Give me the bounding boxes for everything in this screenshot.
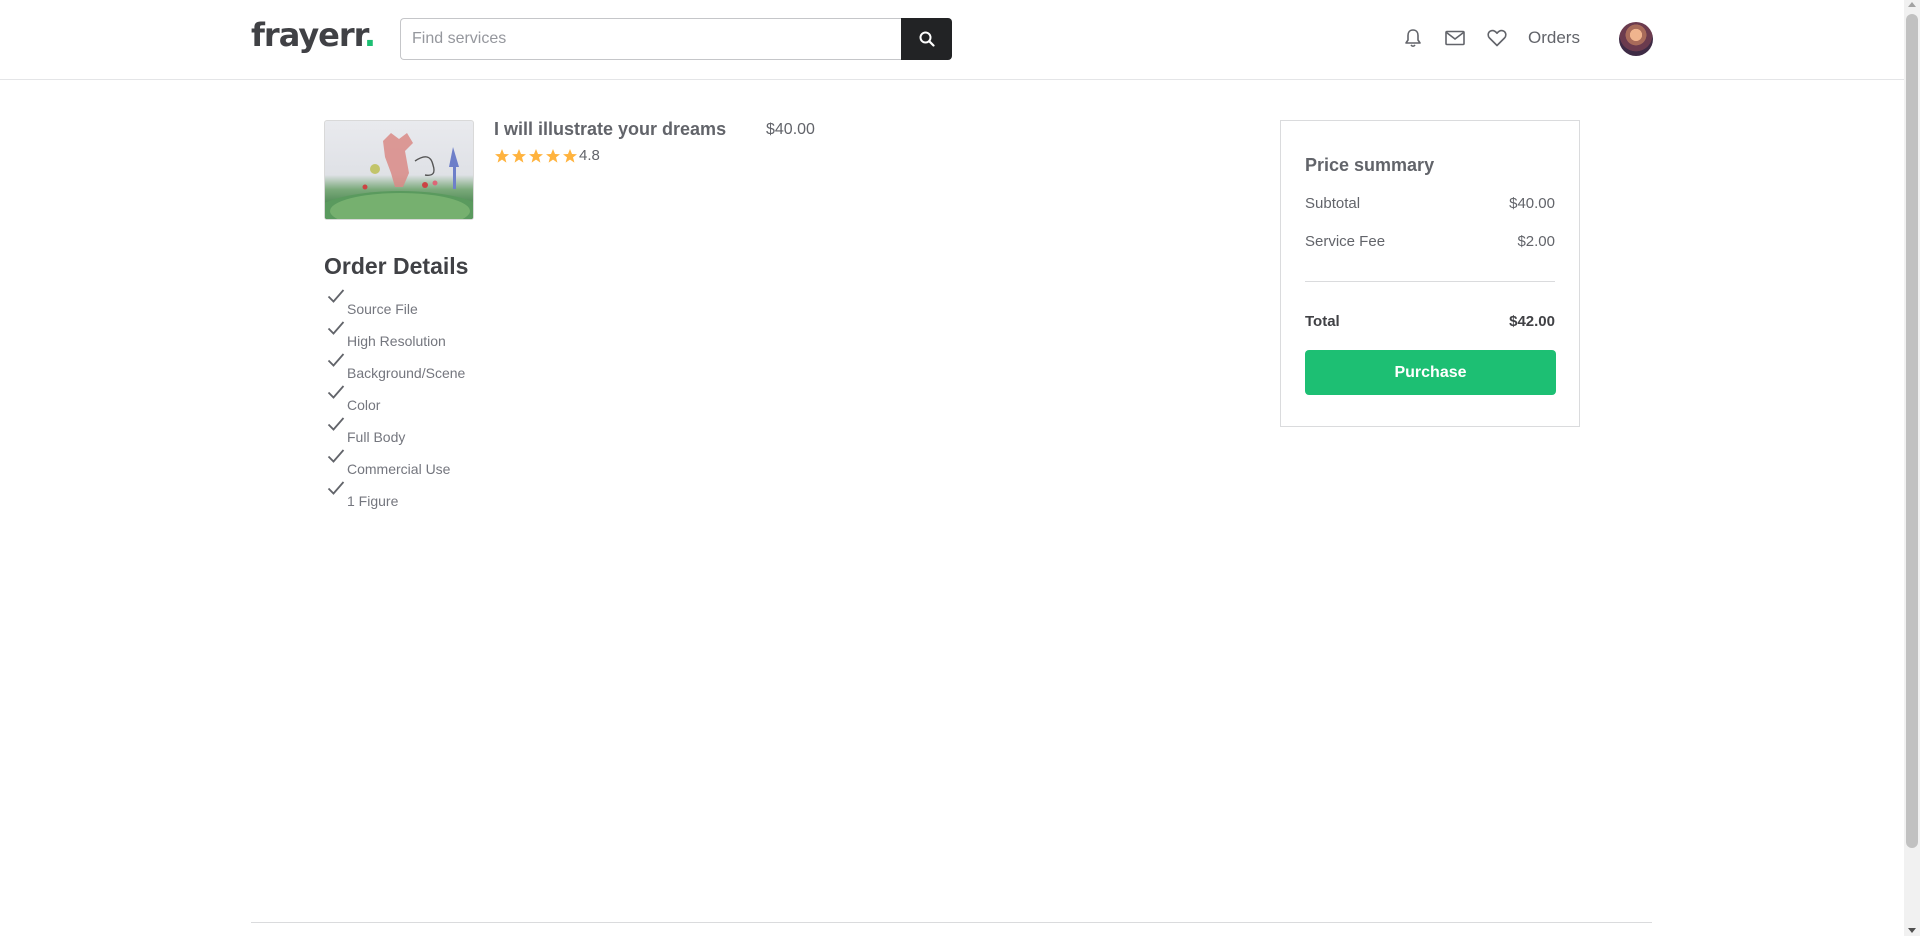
star-icon [546, 148, 560, 163]
vertical-scrollbar[interactable] [1904, 0, 1920, 936]
search-icon [919, 31, 935, 47]
search-input[interactable] [400, 18, 902, 60]
check-icon [327, 481, 345, 495]
logo[interactable]: frayerr. [251, 16, 376, 54]
logo-dot: . [363, 16, 376, 54]
gig-title[interactable]: I will illustrate your dreams [494, 119, 726, 140]
orders-link[interactable]: Orders [1528, 28, 1580, 48]
star-icon [512, 148, 526, 163]
order-details-title: Order Details [324, 253, 469, 279]
footer-divider [251, 922, 1652, 923]
check-icon [327, 449, 345, 463]
feature-item: 1 Figure [324, 480, 465, 512]
top-header: frayerr. Orders [0, 0, 1904, 80]
feature-label: Commercial Use [347, 461, 451, 477]
total-row: Total $42.00 [1305, 313, 1555, 330]
gig-rating: 4.8 [494, 147, 600, 164]
service-fee-label: Service Fee [1305, 233, 1386, 250]
scroll-down-arrow[interactable] [1908, 928, 1916, 933]
check-icon [327, 385, 345, 399]
subtotal-label: Subtotal [1305, 195, 1361, 212]
rating-value: 4.8 [579, 147, 600, 164]
search-bar [400, 18, 952, 60]
service-fee-value: $2.00 [1517, 233, 1555, 250]
check-icon [327, 417, 345, 431]
price-summary-card: Price summary Subtotal $40.00 Service Fe… [1280, 120, 1580, 427]
feature-item: Background/Scene [324, 352, 465, 384]
feature-label: Color [347, 397, 381, 413]
feature-label: Source File [347, 301, 418, 317]
order-features-list: Source File High Resolution Background/S… [324, 288, 465, 512]
check-icon [327, 353, 345, 367]
feature-label: Background/Scene [347, 365, 466, 381]
feature-label: Full Body [347, 429, 406, 445]
feature-item: Commercial Use [324, 448, 465, 480]
subtotal-value: $40.00 [1509, 195, 1555, 212]
service-fee-row: Service Fee $2.00 [1305, 233, 1555, 250]
scroll-thumb[interactable] [1906, 14, 1918, 848]
total-label: Total [1305, 313, 1340, 330]
subtotal-row: Subtotal $40.00 [1305, 195, 1555, 212]
gig-thumbnail[interactable] [324, 120, 474, 220]
feature-item: Full Body [324, 416, 465, 448]
star-icon [529, 148, 543, 163]
bell-icon [1405, 29, 1421, 48]
feature-item: Source File [324, 288, 465, 320]
search-button[interactable] [901, 18, 952, 60]
messages-button[interactable] [1443, 26, 1467, 50]
total-value: $42.00 [1509, 313, 1555, 330]
notifications-button[interactable] [1401, 26, 1425, 50]
star-icon [563, 148, 577, 163]
avatar[interactable] [1619, 22, 1653, 56]
gig-price: $40.00 [766, 121, 815, 138]
check-icon [327, 289, 345, 303]
scroll-up-arrow[interactable] [1908, 2, 1916, 7]
star-icon [495, 148, 509, 163]
logo-text: frayerr [251, 16, 365, 54]
feature-item: Color [324, 384, 465, 416]
price-summary-title: Price summary [1305, 155, 1435, 175]
favorites-button[interactable] [1485, 26, 1509, 50]
heart-icon [1487, 29, 1507, 47]
check-icon [327, 321, 345, 335]
gig-thumbnail-art [325, 133, 473, 219]
summary-divider [1305, 281, 1555, 282]
feature-label: 1 Figure [347, 493, 399, 509]
purchase-button[interactable]: Purchase [1305, 350, 1556, 395]
mail-icon [1445, 30, 1465, 46]
feature-label: High Resolution [347, 333, 446, 349]
feature-item: High Resolution [324, 320, 465, 352]
